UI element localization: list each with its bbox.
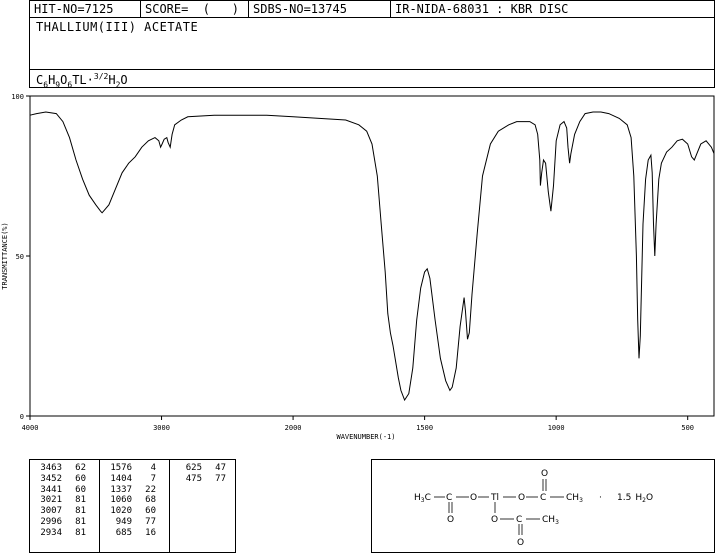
struct-oxygen-1: O [470, 493, 477, 503]
peak-column-2: 1576 4 1404 7 1337 22 1060 68 1020 60 949 77 685 16 [104, 463, 156, 539]
peak-row: 475 77 [174, 474, 226, 485]
peak-wavenumber: 1020 [110, 506, 132, 517]
peak-transmittance: 60 [75, 473, 86, 484]
peak-wavenumber: 2934 [40, 527, 62, 538]
y-axis-label: TRANSMITTANCE(%) [1, 222, 9, 289]
peak-wavenumber: 3452 [40, 473, 62, 484]
peak-row: 1020 60 [104, 506, 156, 517]
peak-wavenumber: 1404 [110, 473, 132, 484]
peak-wavenumber: 3007 [40, 506, 62, 517]
peak-row: 1337 22 [104, 485, 156, 496]
peak-table-box: 3463 62 3452 60 3441 60 3021 81 3007 81 2996 81 2934… [29, 459, 236, 553]
peak-divider-2 [169, 460, 170, 552]
peak-column-3: 625 47 475 77 [174, 463, 226, 485]
peak-row: 2996 81 [34, 517, 86, 528]
peak-wavenumber: 949 [115, 516, 132, 527]
y-tick-label: 0 [20, 413, 24, 421]
struct-oxygen-carbonyl-3: O [517, 538, 524, 548]
spectrum-line [29, 111, 715, 402]
peak-row: 685 16 [104, 528, 156, 539]
peak-row: 949 77 [104, 517, 156, 528]
peak-row: 3463 62 [34, 463, 86, 474]
peak-transmittance: 7 [150, 473, 156, 484]
peak-row: 3021 81 [34, 495, 86, 506]
peak-transmittance: 81 [75, 527, 86, 538]
peak-row: 625 47 [174, 463, 226, 474]
peak-transmittance: 81 [75, 506, 86, 517]
peak-wavenumber: 1576 [110, 463, 132, 473]
x-tick-label: 3000 [153, 424, 170, 432]
x-tick-label: 1000 [548, 424, 565, 432]
struct-oxygen-2: O [518, 493, 525, 503]
peak-transmittance: 68 [145, 495, 156, 506]
peak-wavenumber: 3021 [40, 495, 62, 506]
peak-transmittance: 81 [75, 516, 86, 527]
struct-oxygen-carbonyl-2: O [541, 469, 548, 479]
x-tick-label: 500 [681, 424, 694, 432]
x-tick-label: 1500 [416, 424, 433, 432]
peak-wavenumber: 475 [185, 473, 202, 484]
struct-ch3-2: CH3 [542, 515, 559, 526]
struct-carbon-2: C [540, 493, 546, 503]
peak-row: 2934 81 [34, 528, 86, 539]
peak-transmittance: 60 [145, 506, 156, 517]
struct-ch3-1: CH3 [566, 493, 583, 504]
struct-carbon-1: C [446, 493, 452, 503]
y-tick-label: 100 [11, 93, 24, 101]
peak-wavenumber: 625 [185, 463, 202, 473]
struct-thallium: Tl [490, 493, 499, 503]
struct-water: 1.5 H2O [617, 493, 653, 504]
struct-carbon-3: C [516, 515, 522, 525]
peak-wavenumber: 685 [115, 527, 132, 538]
peak-transmittance: 81 [75, 495, 86, 506]
peak-transmittance: 4 [150, 463, 156, 473]
x-tick-label: 2000 [285, 424, 302, 432]
peak-transmittance: 16 [145, 527, 156, 538]
peak-transmittance: 62 [75, 463, 86, 473]
y-tick-label: 50 [16, 253, 24, 261]
struct-oxygen-3: O [491, 515, 498, 525]
peak-divider-1 [99, 460, 100, 552]
struct-water-dot: · [599, 493, 602, 503]
struct-h3c: H3C [414, 493, 431, 504]
peak-row: 1404 7 [104, 474, 156, 485]
x-axis-label: WAVENUMBER(-1) [336, 433, 395, 441]
peak-wavenumber: 3441 [40, 484, 62, 495]
peak-row: 3441 60 [34, 485, 86, 496]
peak-transmittance: 22 [145, 484, 156, 495]
structure-drawing: H3C C O O Tl O C O CH3 O C O CH3 · 1.5 H… [414, 469, 653, 548]
peak-wavenumber: 1060 [110, 495, 132, 506]
peak-transmittance: 77 [215, 473, 226, 484]
axis-ticks: 4000 3000 2000 1500 1000 500 0 50 100 [11, 93, 694, 432]
peak-row: 3452 60 [34, 474, 86, 485]
peak-column-1: 3463 62 3452 60 3441 60 3021 81 3007 81 2996 81 2934… [34, 463, 86, 539]
peak-row: 1576 4 [104, 463, 156, 474]
peak-row: 3007 81 [34, 506, 86, 517]
peak-transmittance: 60 [75, 484, 86, 495]
structure-box: H3C C O O Tl O C O CH3 O C O CH3 · 1.5 H… [371, 459, 715, 553]
peak-transmittance: 47 [215, 463, 226, 473]
x-tick-label: 4000 [22, 424, 39, 432]
peak-wavenumber: 3463 [40, 463, 62, 473]
peak-row: 1060 68 [104, 495, 156, 506]
peak-wavenumber: 1337 [110, 484, 132, 495]
peak-transmittance: 77 [145, 516, 156, 527]
struct-oxygen-carbonyl-1: O [447, 515, 454, 525]
peak-wavenumber: 2996 [40, 516, 62, 527]
